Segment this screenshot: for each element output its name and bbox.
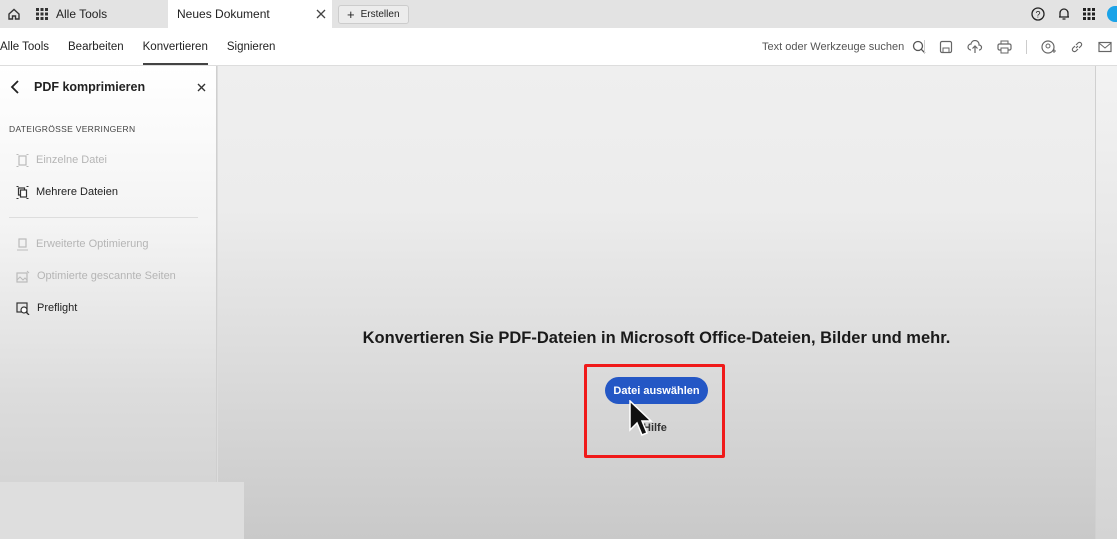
sidebar-title: PDF komprimieren — [34, 80, 146, 94]
sidebar-item-optimized-scanned-pages[interactable]: Optimierte gescannte Seiten — [0, 260, 216, 292]
apps-grid-icon[interactable] — [1083, 8, 1095, 20]
back-icon[interactable] — [10, 80, 20, 94]
menu-bar: Alle Tools Bearbeiten Konvertieren Signi… — [0, 28, 1117, 66]
grid-icon — [36, 8, 48, 20]
multiple-files-icon — [16, 185, 29, 199]
bottom-overlay — [0, 482, 244, 539]
menu-sign[interactable]: Signieren — [227, 28, 276, 66]
help-icon[interactable]: ? — [1031, 7, 1045, 21]
sidebar-item-label: Optimierte gescannte Seiten — [37, 270, 176, 282]
section-heading: DATEIGRÖSSE VERRINGERN — [9, 124, 136, 134]
avatar[interactable] — [1107, 6, 1117, 22]
sidebar-item-label: Mehrere Dateien — [36, 186, 118, 198]
print-icon[interactable] — [997, 40, 1012, 54]
highlight-box — [584, 364, 725, 458]
single-file-icon — [16, 153, 29, 167]
sidebar-item-single-file[interactable]: Einzelne Datei — [0, 144, 216, 176]
convert-headline: Konvertieren Sie PDF-Dateien in Microsof… — [362, 329, 951, 347]
menu-edit[interactable]: Bearbeiten — [68, 28, 124, 66]
tab-label: Alle Tools — [56, 7, 108, 21]
menu-convert[interactable]: Konvertieren — [142, 28, 209, 66]
tab-document[interactable]: Neues Dokument — [168, 0, 332, 28]
sidebar: PDF komprimieren DATEIGRÖSSE VERRINGERN … — [0, 66, 217, 539]
tab-all-tools[interactable]: Alle Tools — [28, 0, 168, 28]
close-icon[interactable] — [316, 9, 326, 19]
right-panel-strip — [1095, 66, 1117, 539]
close-icon[interactable] — [197, 83, 206, 92]
menu-all-tools[interactable]: Alle Tools — [0, 28, 49, 66]
sidebar-item-label: Erweiterte Optimierung — [36, 238, 149, 250]
home-button[interactable] — [0, 0, 28, 28]
tab-bar: Alle Tools Neues Dokument + Erstellen ? — [0, 0, 1117, 28]
svg-text:?: ? — [1035, 10, 1040, 20]
link-icon[interactable] — [1070, 40, 1084, 54]
sidebar-header: PDF komprimieren — [0, 66, 216, 108]
search-input[interactable]: Text oder Werkzeuge suchen — [762, 28, 926, 66]
create-label: Erstellen — [360, 9, 400, 20]
home-icon — [8, 8, 20, 20]
create-button[interactable]: + Erstellen — [338, 5, 409, 24]
top-icons: ? — [1031, 0, 1117, 28]
main-content — [218, 66, 1095, 539]
bell-icon[interactable] — [1057, 7, 1071, 21]
sidebar-item-advanced-optimization[interactable]: Erweiterte Optimierung — [0, 228, 216, 260]
divider — [9, 217, 198, 218]
scanned-image-icon — [16, 270, 30, 283]
sidebar-item-label: Einzelne Datei — [36, 154, 107, 166]
mail-icon[interactable] — [1098, 41, 1112, 53]
save-icon[interactable] — [939, 40, 953, 54]
tab-label: Neues Dokument — [177, 7, 270, 21]
divider — [1026, 40, 1027, 54]
share-user-icon[interactable] — [1041, 39, 1056, 55]
toolbar-icons — [924, 28, 1112, 66]
plus-icon: + — [347, 7, 355, 22]
divider — [924, 40, 925, 54]
sidebar-item-label: Preflight — [37, 302, 78, 314]
upload-cloud-icon[interactable] — [967, 40, 983, 54]
search-placeholder: Text oder Werkzeuge suchen — [762, 41, 905, 53]
mouse-cursor-icon — [629, 400, 653, 436]
optimization-icon — [17, 237, 28, 250]
sidebar-item-multiple-files[interactable]: Mehrere Dateien — [0, 176, 216, 208]
sidebar-item-preflight[interactable]: Preflight — [0, 292, 216, 324]
preflight-icon — [16, 301, 30, 315]
